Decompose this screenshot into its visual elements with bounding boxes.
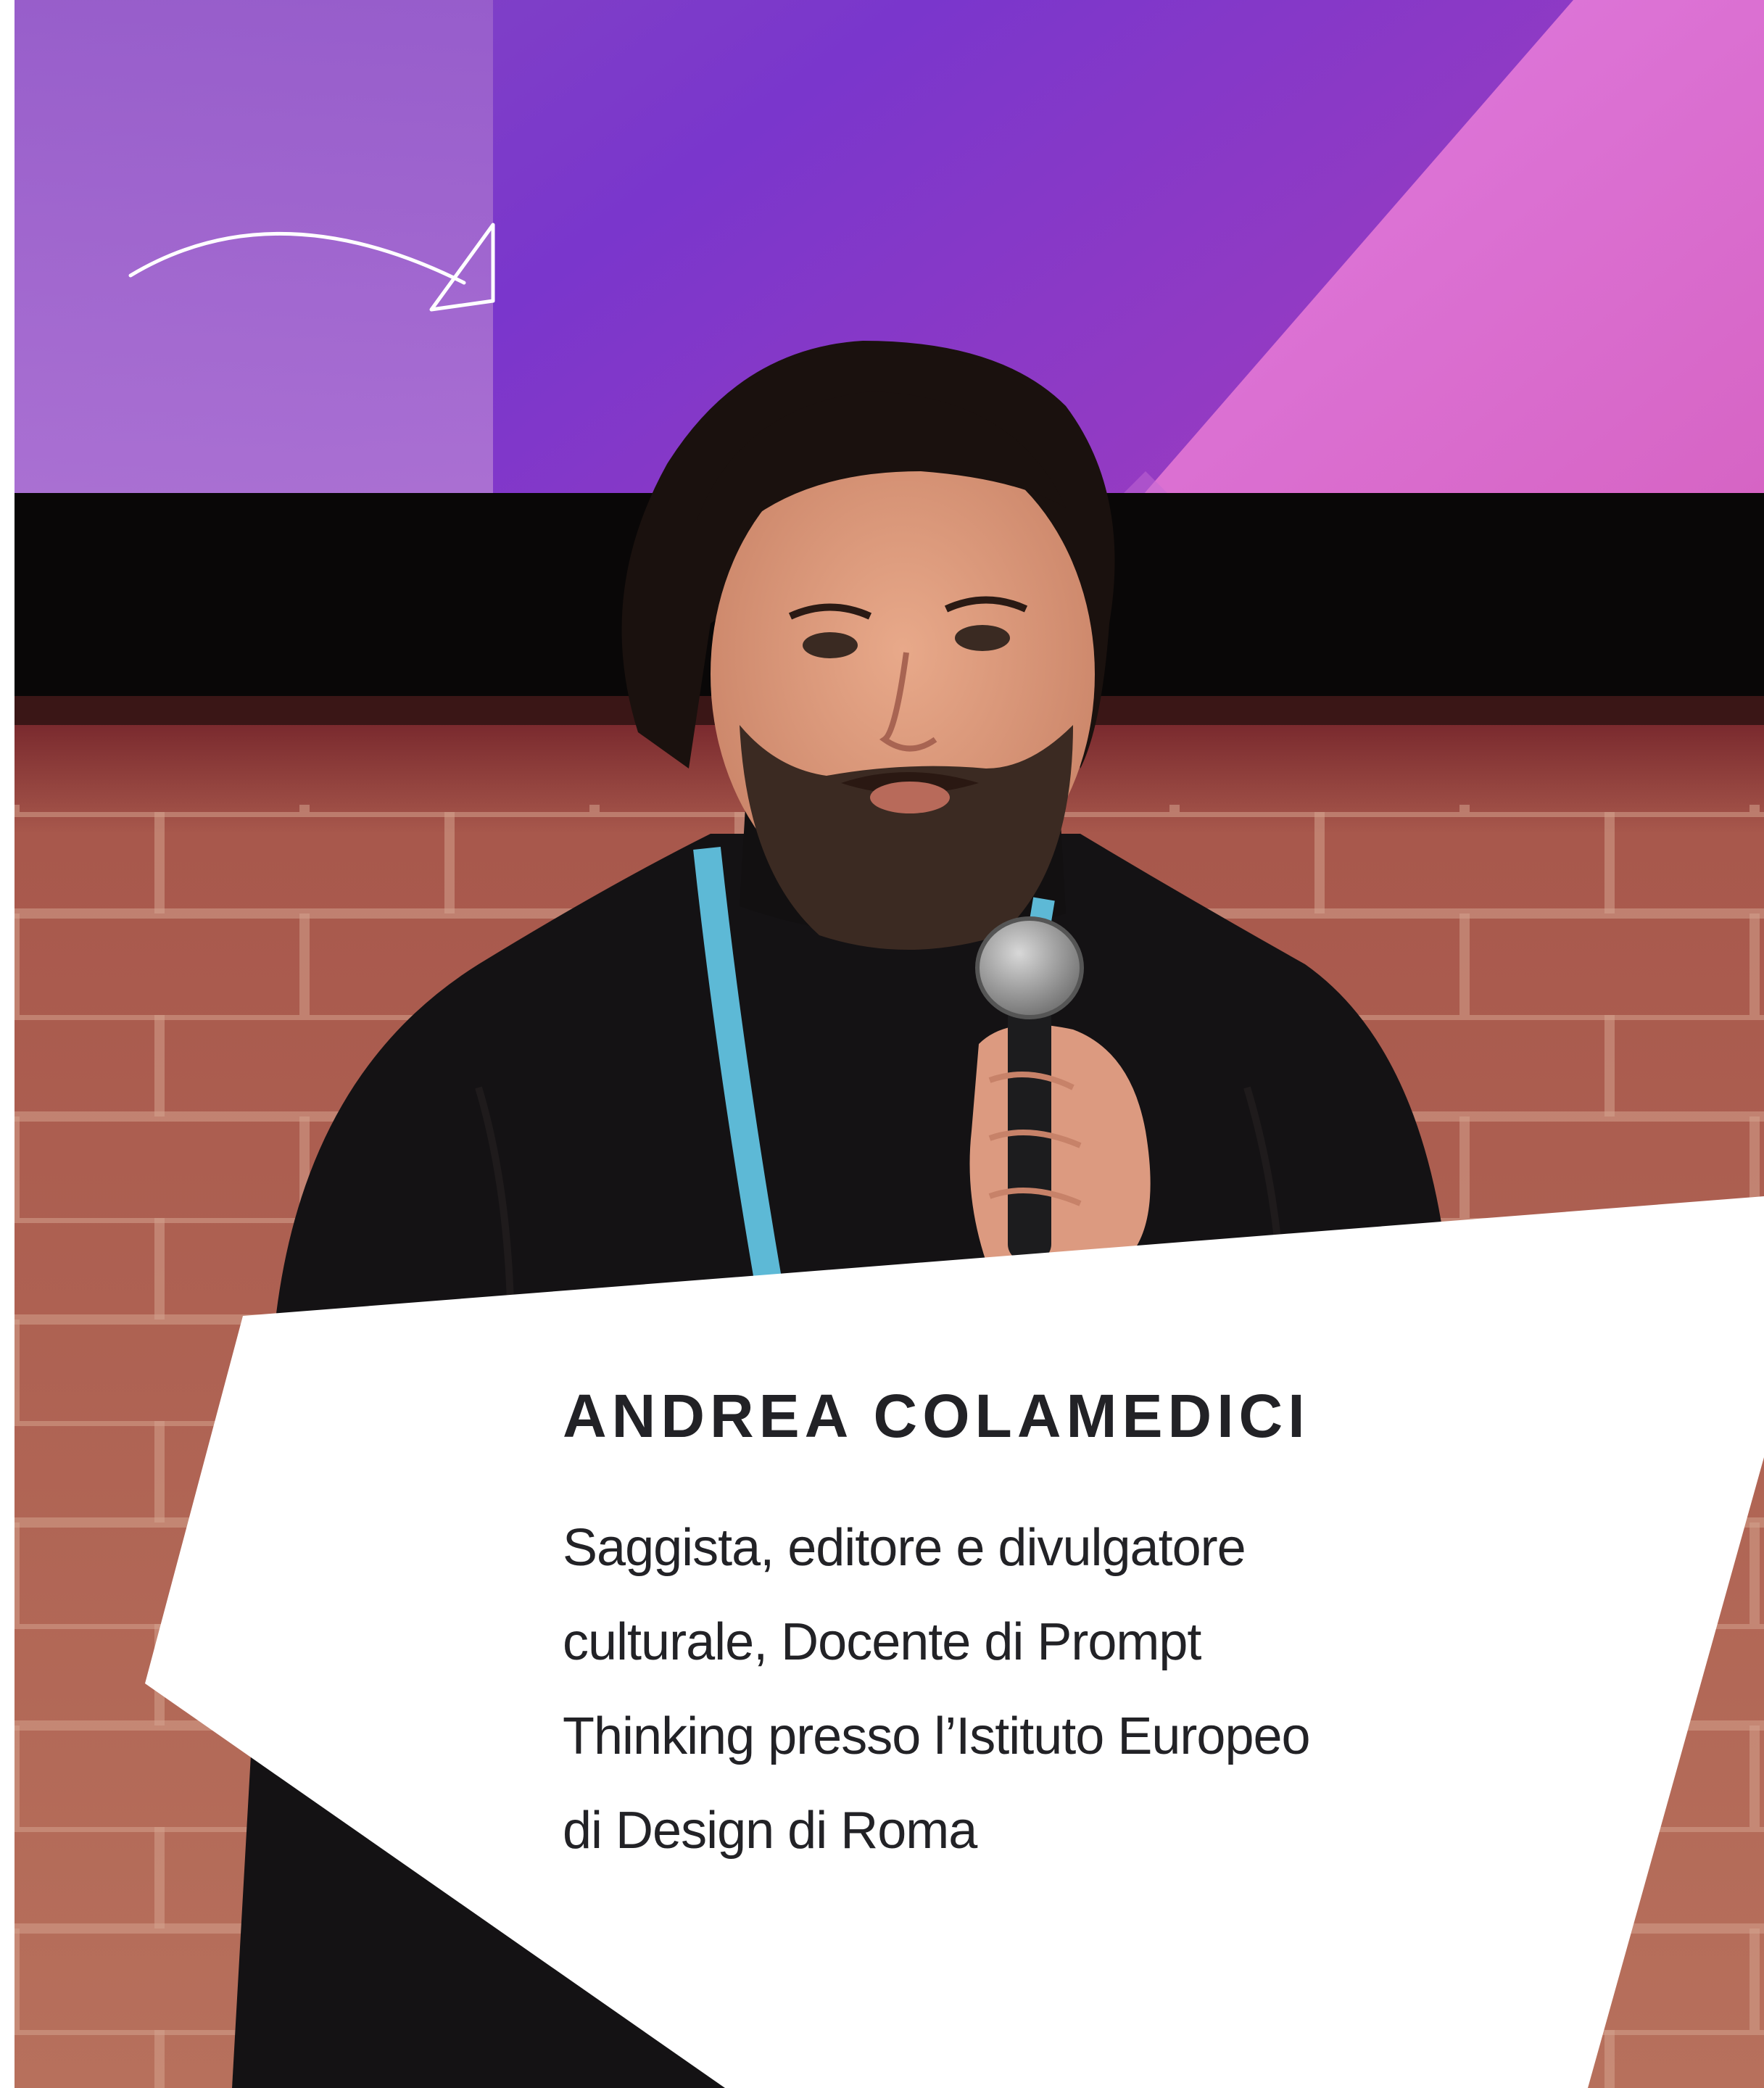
bio-line: Saggista, editore e divulgatore xyxy=(563,1519,1246,1577)
speaker-bio: Saggista, editore e divulgatore cultural… xyxy=(563,1501,1311,1878)
bio-line: di Design di Roma xyxy=(563,1802,977,1860)
speaker-card: ANDREA COLAMEDICI Saggista, editore e di… xyxy=(0,0,1764,2088)
left-border xyxy=(0,0,15,2088)
speaker-name: ANDREA COLAMEDICI xyxy=(563,1382,1310,1450)
bio-line: Thinking presso l’Istituto Europeo xyxy=(563,1707,1311,1765)
bio-line: culturale, Docente di Prompt xyxy=(563,1613,1201,1671)
arrow-icon xyxy=(128,223,495,312)
